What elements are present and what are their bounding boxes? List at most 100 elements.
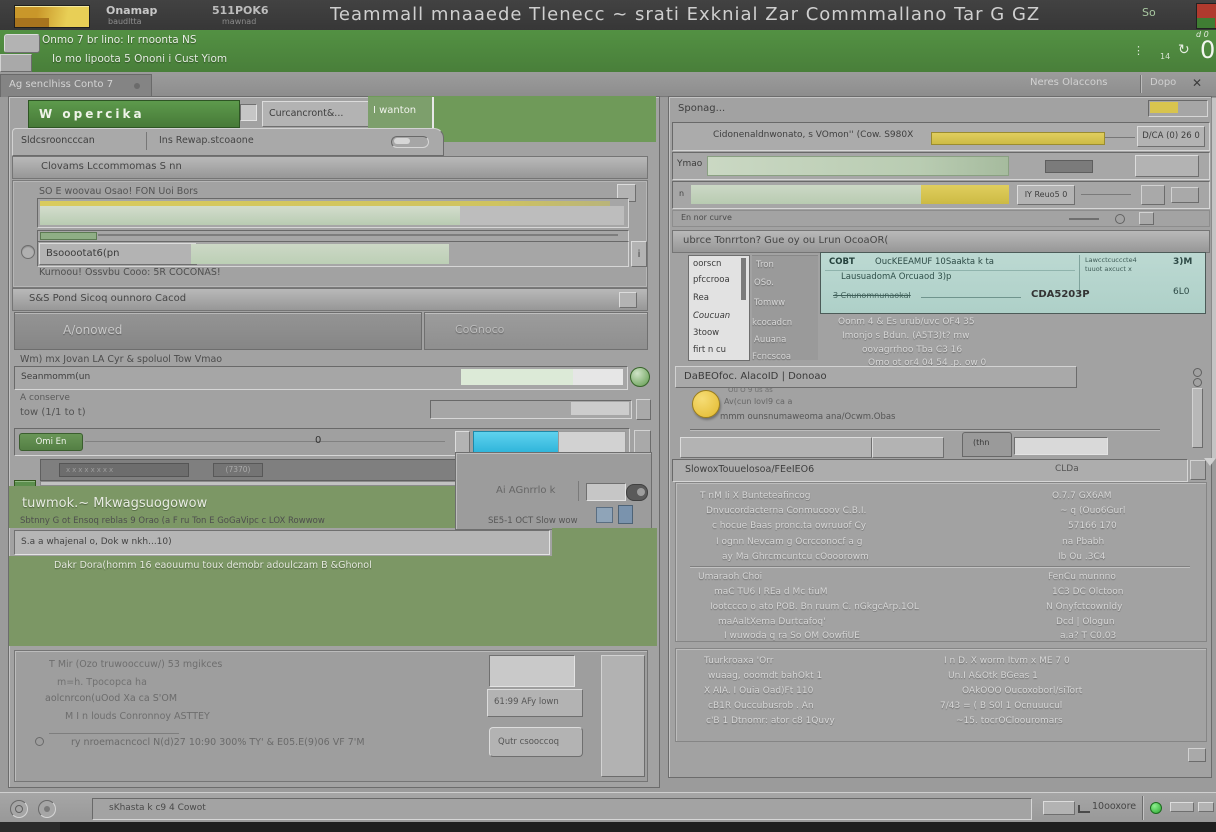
field-progress-label[interactable]: Bsooootat6(pn — [39, 243, 197, 265]
right-row-2-label: Ymao — [677, 159, 703, 169]
right-panel-notch[interactable] — [1188, 748, 1206, 762]
category-item[interactable]: Tomww — [754, 298, 812, 308]
refresh-icon[interactable]: ↻ — [1178, 42, 1196, 58]
zoom-label: 10ooxore — [1092, 801, 1137, 812]
right-row-3-icon-2[interactable] — [1171, 187, 1199, 203]
operating-button[interactable]: W opercika — [28, 100, 240, 128]
listbox-scrollbar[interactable] — [741, 258, 746, 300]
window-control-icon[interactable] — [1196, 3, 1216, 29]
subtab-left[interactable]: Sldcsrooncccan — [21, 135, 141, 146]
diag-radio-2[interactable] — [1193, 378, 1202, 387]
status-icon-1[interactable] — [10, 800, 28, 818]
category-item[interactable]: OSo. — [754, 278, 812, 288]
detail-label: Iootccco o ato POB. Bn ruum C. nGkgcArp.… — [710, 602, 919, 612]
toolbar-chip-2[interactable]: (7370) — [213, 463, 263, 477]
status-divider — [1142, 796, 1143, 820]
subtab-slider[interactable] — [391, 136, 429, 148]
mini-tab[interactable]: (thn — [962, 432, 1012, 457]
window-scrollbar[interactable] — [1211, 98, 1216, 458]
status-dash-1[interactable] — [1170, 802, 1194, 812]
diag-radio-1[interactable] — [1193, 368, 1202, 377]
right-row-3-tag[interactable]: IY Reuo5 0 — [1017, 185, 1075, 205]
subtab-right[interactable]: Ins Rewap.stcoaone — [159, 135, 329, 146]
right-row-4-icon[interactable] — [1139, 212, 1154, 225]
category-item[interactable]: Fcncscoa — [752, 352, 814, 362]
menu-item-1[interactable]: Onamap — [106, 4, 196, 17]
toolbar-chip-1[interactable]: xxxxxxxx — [59, 463, 189, 477]
scan-field-text: Seanmomm(un — [21, 372, 91, 382]
monitor-icon-2[interactable] — [618, 505, 633, 524]
diagnostics-header[interactable]: DaBEOfoc. AlacoID | Donoao — [675, 366, 1077, 388]
scrollbar-arrow-icon[interactable] — [1204, 458, 1216, 466]
cancel-button[interactable]: CoGnoco — [424, 312, 648, 350]
slider-row-icon[interactable] — [634, 430, 651, 454]
detail-value: 1C3 DC Olctoon — [1052, 587, 1124, 597]
header-line-2: Io mo lipoota 5 Ononi i Cust Yiom — [52, 53, 228, 65]
titlebar-right-label: So — [1142, 6, 1156, 19]
warning-line-1: Av(cun lovl9 ca a — [724, 397, 793, 406]
document-field[interactable]: Curcancront&... — [262, 101, 370, 127]
log-row[interactable]: SlowoxTouuelosoa/FEeIEO6 CLDa — [672, 459, 1188, 482]
warning-underline — [690, 429, 1160, 430]
info-right-line: Un.I A&Otk BGeas 1 — [948, 671, 1038, 681]
right-row-2-button[interactable] — [1135, 155, 1199, 177]
rate-button[interactable]: 61:99 AFy lown — [487, 689, 583, 717]
radio-indicator[interactable] — [21, 245, 35, 259]
diag-button-1[interactable] — [680, 437, 872, 458]
status-mini-button[interactable] — [1043, 801, 1075, 815]
doc-checkbox[interactable] — [240, 104, 257, 121]
info-right-line: I n D. X worm Itvm x ME 7 0 — [944, 656, 1070, 666]
diag-scrollbar[interactable] — [1192, 388, 1203, 448]
footer-side-strip[interactable] — [601, 655, 645, 777]
note-line: Oonm 4 & Es urub/uvc OF4 35 — [838, 317, 975, 327]
menu-right-1[interactable]: Neres Olaccons — [1030, 77, 1134, 88]
section-2-icon[interactable] — [619, 292, 637, 308]
scan-go-button[interactable] — [630, 367, 650, 387]
footer-input[interactable] — [489, 655, 575, 687]
conserve-icon[interactable] — [636, 399, 651, 420]
list-item[interactable]: Coucuan — [693, 311, 743, 321]
quick-button[interactable]: Qutr csooccoq — [489, 727, 583, 757]
mini-input[interactable] — [1014, 437, 1108, 455]
category-item[interactable]: Auuana — [754, 335, 812, 345]
status-line-right: SE5-1 OCT Slow wow — [488, 516, 578, 526]
list-item[interactable]: Rea — [693, 293, 743, 303]
list-item[interactable]: 3toow — [693, 328, 743, 338]
management-title: tuwmok.~ Mkwagsuogowow — [22, 496, 208, 511]
right-row-3: n IY Reuo5 0 — [672, 181, 1210, 209]
list-item[interactable]: firt n cu — [693, 345, 743, 355]
right-row-3-prefix: n — [679, 189, 685, 198]
monitor-input[interactable] — [586, 483, 626, 501]
header-tool-icon-2[interactable] — [0, 54, 32, 72]
menu-close-icon[interactable]: ✕ — [1192, 76, 1208, 90]
monitor-toggle[interactable] — [626, 484, 648, 501]
right-row-1-yellowbar — [931, 132, 1105, 145]
detail-label: Umaraoh Choi — [698, 572, 763, 582]
category-item[interactable]: Tron — [756, 260, 814, 270]
slider-knob[interactable] — [455, 431, 470, 453]
progress-caption: Kurnoou! Ossvbu Cooo: 5R COCONAS! — [39, 267, 221, 278]
tab-ag-controls[interactable]: Ag senclhiss Conto 7 — [0, 74, 152, 97]
menu-right-2[interactable]: Dopo — [1150, 77, 1188, 88]
category-item[interactable]: kcocadcn — [752, 318, 814, 328]
slider-tag-pill: Omi En — [19, 433, 83, 451]
status-icon-2[interactable] — [38, 800, 56, 818]
info-icon-glyph: i — [637, 249, 641, 260]
approved-button[interactable]: A/onowed — [14, 312, 422, 350]
scan-field[interactable]: Seanmomm(un — [14, 366, 628, 390]
options-listbox[interactable]: oorscn pfccrooa Rea Coucuan 3toow firt n… — [688, 255, 750, 361]
right-header: Sponag... — [678, 103, 726, 114]
status-field[interactable]: sKhasta k c9 4 Cowot — [92, 798, 1032, 820]
diag-button-2[interactable] — [872, 437, 944, 458]
status-dash-2[interactable] — [1198, 802, 1214, 812]
right-row-3-icon-1[interactable] — [1141, 185, 1165, 205]
note-field[interactable]: S.a a whajenal o, Dok w nkh...10) — [14, 530, 550, 555]
right-row-1-value[interactable]: D/CA (0) 26 0 — [1137, 126, 1205, 147]
list-item[interactable]: oorscn — [693, 259, 743, 269]
list-item[interactable]: pfccrooa — [693, 275, 743, 285]
menu-item-2[interactable]: 511POK6 — [212, 4, 302, 17]
teal-col-1: COBT — [829, 257, 855, 267]
detail-value: Dcd | Ologun — [1056, 617, 1115, 627]
header-tool-icon[interactable] — [4, 34, 40, 53]
info-icon[interactable]: i — [631, 241, 647, 267]
